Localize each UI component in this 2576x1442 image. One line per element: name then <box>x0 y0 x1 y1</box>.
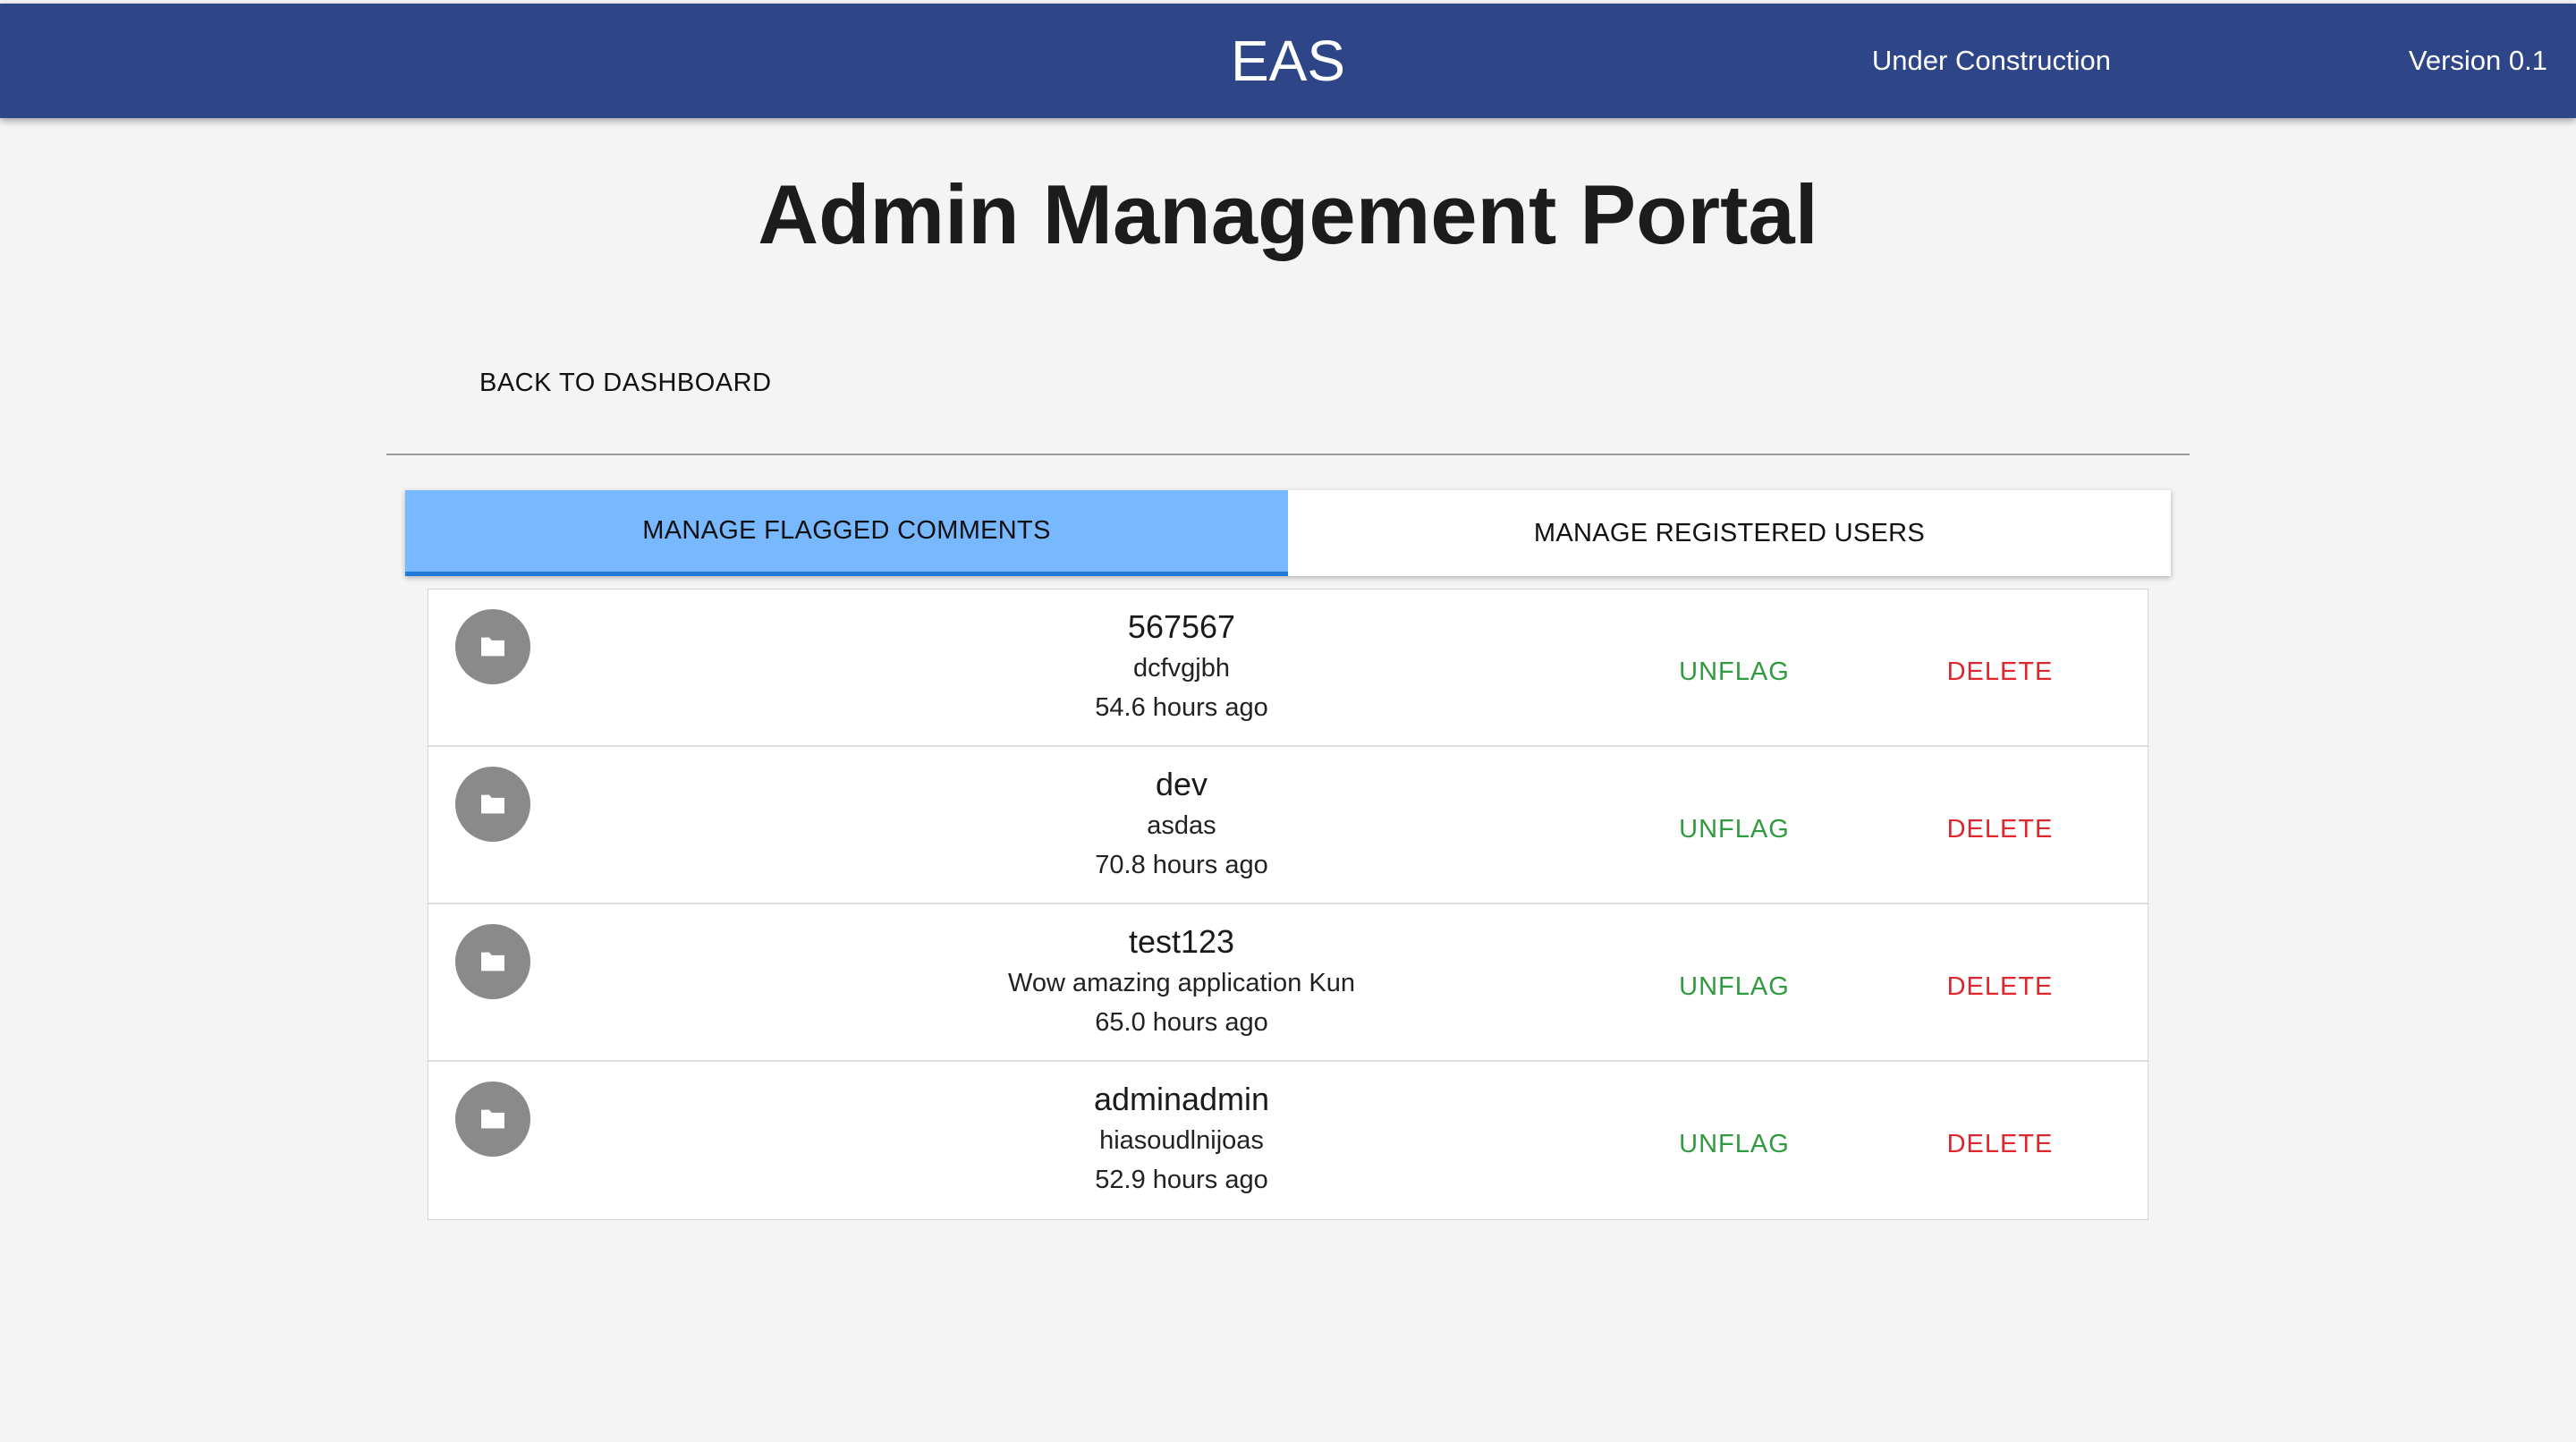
tab-manage-flagged-comments[interactable]: MANAGE FLAGGED COMMENTS <box>405 490 1288 576</box>
list-item: dev asdas 70.8 hours ago UNFLAG DELETE <box>428 747 2148 904</box>
comment-time: 52.9 hours ago <box>1095 1166 1268 1194</box>
comment-text: dcfvgjbh <box>1132 654 1230 683</box>
list-item: test123 Wow amazing application Kun 65.0… <box>428 904 2148 1062</box>
brand-title: EAS <box>1230 29 1346 93</box>
avatar <box>455 1082 530 1157</box>
folder-icon <box>481 637 504 657</box>
folder-icon <box>481 1109 504 1129</box>
comment-content: adminadmin hiasoudlnijoas 52.9 hours ago <box>734 1078 1629 1200</box>
comment-time: 70.8 hours ago <box>1095 851 1268 879</box>
unflag-button[interactable]: UNFLAG <box>1654 802 1815 856</box>
tab-manage-registered-users[interactable]: MANAGE REGISTERED USERS <box>1288 490 2171 576</box>
unflag-button[interactable]: UNFLAG <box>1654 1117 1815 1171</box>
version-link[interactable]: Version 0.1 <box>2409 4 2547 118</box>
folder-icon <box>481 794 504 814</box>
list-item: adminadmin hiasoudlnijoas 52.9 hours ago… <box>428 1062 2148 1219</box>
unflag-button[interactable]: UNFLAG <box>1654 960 1815 1014</box>
avatar <box>455 924 530 999</box>
unflag-button[interactable]: UNFLAG <box>1654 645 1815 699</box>
comment-user: dev <box>1155 766 1208 802</box>
tab-bar: MANAGE FLAGGED COMMENTS MANAGE REGISTERE… <box>405 490 2171 576</box>
delete-button[interactable]: DELETE <box>1919 802 2080 856</box>
comment-text: hiasoudlnijoas <box>1099 1126 1264 1155</box>
app-bar: EAS Under Construction Version 0.1 <box>0 4 2576 118</box>
folder-icon <box>481 952 504 971</box>
page-title: Admin Management Portal <box>758 167 1818 261</box>
delete-button[interactable]: DELETE <box>1919 1117 2080 1171</box>
comment-content: 567567 dcfvgjbh 54.6 hours ago <box>734 606 1629 727</box>
under-construction-link[interactable]: Under Construction <box>1872 4 2111 118</box>
comment-content: test123 Wow amazing application Kun 65.0… <box>734 920 1629 1042</box>
comment-text: asdas <box>1147 811 1216 840</box>
delete-button[interactable]: DELETE <box>1919 960 2080 1014</box>
comment-time: 54.6 hours ago <box>1095 693 1268 722</box>
comment-user: 567567 <box>1127 608 1236 645</box>
comment-content: dev asdas 70.8 hours ago <box>734 763 1629 885</box>
flagged-comments-list: 567567 dcfvgjbh 54.6 hours ago UNFLAG DE… <box>428 589 2148 1220</box>
delete-button[interactable]: DELETE <box>1919 645 2080 699</box>
comment-text: Wow amazing application Kun <box>1008 969 1355 997</box>
avatar <box>455 609 530 684</box>
page: EAS Under Construction Version 0.1 Admin… <box>0 0 2576 1442</box>
comment-time: 65.0 hours ago <box>1095 1008 1268 1037</box>
divider <box>386 454 2190 455</box>
list-item: 567567 dcfvgjbh 54.6 hours ago UNFLAG DE… <box>428 590 2148 747</box>
back-to-dashboard-button[interactable]: BACK TO DASHBOARD <box>454 351 797 415</box>
comment-user: test123 <box>1128 923 1235 960</box>
comment-user: adminadmin <box>1093 1081 1270 1117</box>
avatar <box>455 767 530 842</box>
